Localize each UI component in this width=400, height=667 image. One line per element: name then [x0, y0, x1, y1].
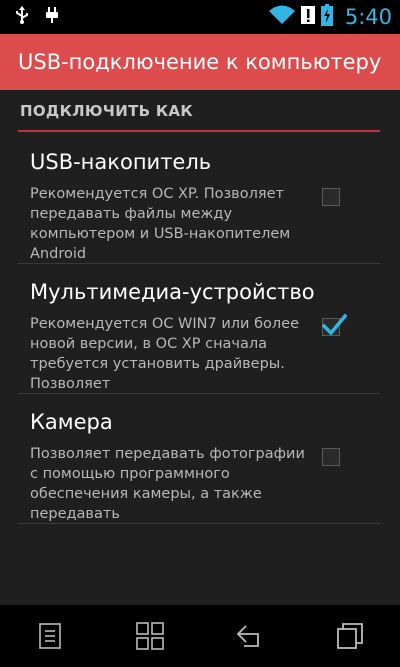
title-bar: USB-подключение к компьютеру — [0, 34, 400, 90]
recents-button[interactable] — [320, 611, 380, 661]
checkbox-multimedia-device[interactable] — [321, 313, 347, 336]
option-title: Мультимедиа-устройство — [30, 280, 315, 304]
option-multimedia-device[interactable]: Мультимедиа-устройство Рекомендуется ОС … — [18, 264, 380, 394]
usb-icon — [14, 6, 30, 28]
alert-icon — [300, 5, 315, 29]
checkbox-usb-storage[interactable] — [322, 188, 340, 206]
home-icon — [136, 622, 164, 650]
wifi-icon — [268, 5, 295, 29]
option-title: USB-накопитель — [30, 150, 212, 174]
home-button[interactable] — [120, 611, 180, 661]
section-divider — [18, 130, 380, 132]
option-title: Камера — [30, 410, 113, 434]
back-icon — [236, 625, 259, 647]
clock: 5:40 — [344, 5, 392, 29]
back-button[interactable] — [220, 611, 280, 661]
menu-button[interactable] — [20, 611, 80, 661]
notification-icon — [46, 6, 58, 28]
option-summary: Рекомендуется ОС WIN7 или более новой ве… — [30, 316, 300, 392]
option-camera[interactable]: Камера Позволяет передавать фотографии с… — [18, 394, 380, 524]
status-bar: 5:40 — [0, 0, 400, 34]
section-header: ПОДКЛЮЧИТЬ КАК — [20, 102, 193, 120]
checkmark-icon — [321, 313, 347, 336]
option-usb-storage[interactable]: USB-накопитель Рекомендуется ОС XP. Позв… — [18, 134, 380, 264]
recents-icon — [337, 623, 363, 649]
option-summary: Позволяет передавать фотографии с помощь… — [30, 446, 305, 522]
checkbox-camera[interactable] — [322, 448, 340, 466]
navigation-bar — [0, 605, 400, 667]
option-summary: Рекомендуется ОС XP. Позволяет передават… — [30, 186, 291, 262]
battery-charging-icon — [320, 4, 333, 30]
content-area: ПОДКЛЮЧИТЬ КАК USB-накопитель Рекомендуе… — [0, 90, 400, 605]
page-title: USB-подключение к компьютеру — [18, 50, 382, 74]
menu-icon — [39, 623, 61, 649]
